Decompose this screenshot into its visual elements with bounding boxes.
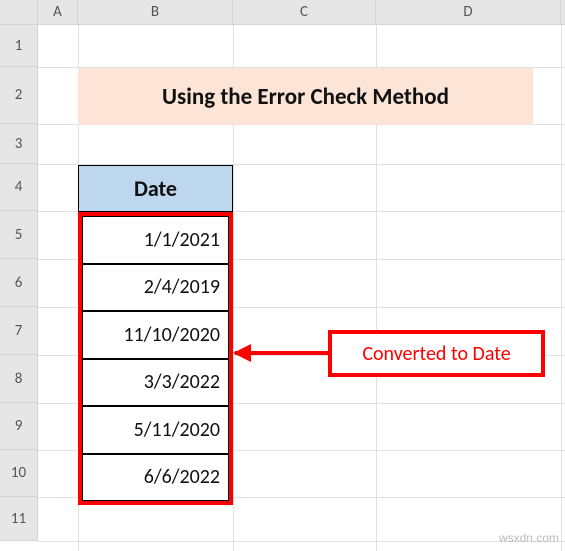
row-header-7[interactable]: 7 <box>0 307 38 355</box>
watermark: wsxdn.com <box>499 531 559 545</box>
annotation-arrow <box>235 351 328 355</box>
date-data-range: 1/1/2021 2/4/2019 11/10/2020 3/3/2022 5/… <box>78 212 233 505</box>
title-cell[interactable]: Using the Error Check Method <box>78 68 533 125</box>
row-header-3[interactable]: 3 <box>0 124 38 164</box>
col-header-B[interactable]: B <box>78 0 233 24</box>
cell-B10[interactable]: 6/6/2022 <box>82 454 229 502</box>
row-header-8[interactable]: 8 <box>0 355 38 403</box>
row-header-4[interactable]: 4 <box>0 164 38 211</box>
row-header-11[interactable]: 11 <box>0 497 38 541</box>
select-all-corner[interactable] <box>0 0 38 25</box>
row-header-10[interactable]: 10 <box>0 450 38 497</box>
cell-B9[interactable]: 5/11/2020 <box>82 406 229 454</box>
row-header-1[interactable]: 1 <box>0 25 38 67</box>
annotation-callout: Converted to Date <box>328 330 545 377</box>
col-header-D[interactable]: D <box>376 0 561 24</box>
spreadsheet-grid: A B C D 1 2 3 4 5 6 7 8 9 10 11 Using th… <box>0 0 565 551</box>
cell-B8[interactable]: 3/3/2022 <box>82 359 229 407</box>
cell-B5[interactable]: 1/1/2021 <box>82 216 229 264</box>
col-header-A[interactable]: A <box>38 0 78 24</box>
table-header-date[interactable]: Date <box>78 165 233 212</box>
cell-B6[interactable]: 2/4/2019 <box>82 264 229 312</box>
cell-B7[interactable]: 11/10/2020 <box>82 311 229 359</box>
row-header-6[interactable]: 6 <box>0 259 38 307</box>
row-header-9[interactable]: 9 <box>0 403 38 450</box>
row-header-5[interactable]: 5 <box>0 211 38 259</box>
col-header-C[interactable]: C <box>233 0 376 24</box>
row-header-2[interactable]: 2 <box>0 67 38 124</box>
column-headers-row: A B C D <box>0 0 565 25</box>
